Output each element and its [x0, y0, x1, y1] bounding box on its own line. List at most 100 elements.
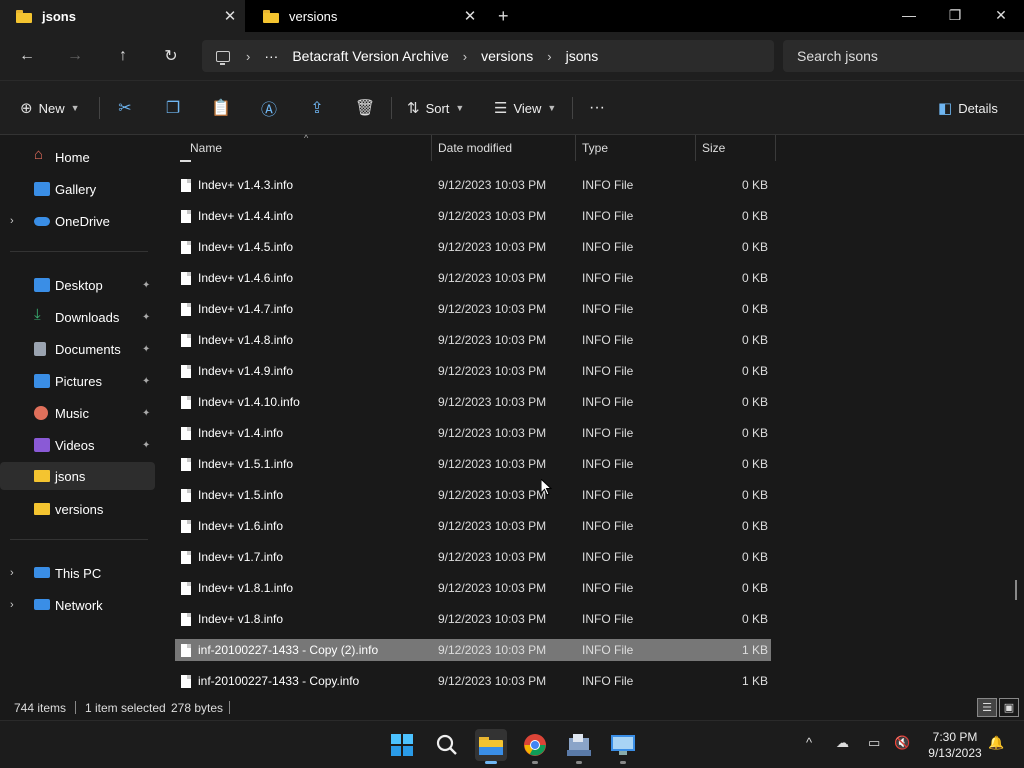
column-header-date[interactable]: Date modified: [438, 141, 512, 155]
table-row[interactable]: Indev+ v1.4.3.info 9/12/2023 10:03 PM INFO…: [175, 174, 771, 196]
expand-chevron-icon[interactable]: ›: [10, 215, 14, 227]
onedrive-tray-icon[interactable]: ☁: [836, 735, 849, 751]
sidebar-item-gallery[interactable]: Gallery: [0, 175, 155, 203]
sidebar-item-versions[interactable]: versions: [0, 495, 155, 523]
sort-label: Sort: [425, 100, 450, 116]
table-row[interactable]: Indev+ v1.4.7.info 9/12/2023 10:03 PM INFO…: [175, 298, 771, 320]
tab-versions[interactable]: versions ✕: [247, 0, 485, 32]
close-tab-icon[interactable]: ✕: [455, 7, 485, 25]
expand-chevron-icon[interactable]: ›: [10, 599, 14, 611]
sidebar-item-downloads[interactable]: ⤓ Downloads ✦: [0, 303, 155, 331]
pin-icon: ✦: [142, 407, 151, 419]
table-row[interactable]: Indev+ v1.5.1.info 9/12/2023 10:03 PM INFO…: [175, 453, 771, 475]
table-row[interactable]: Indev+ v1.4.4.info 9/12/2023 10:03 PM INFO…: [175, 205, 771, 227]
trash-icon[interactable]: 🗑: [353, 96, 377, 120]
app-icon-2[interactable]: [607, 729, 639, 764]
table-row[interactable]: Indev+ v1.4.6.info 9/12/2023 10:03 PM INFO…: [175, 267, 771, 289]
back-button[interactable]: ←: [15, 44, 39, 68]
file-size: 0 KB: [741, 581, 768, 595]
file-size: 0 KB: [741, 519, 768, 533]
share-icon[interactable]: ⇪: [305, 96, 329, 120]
new-tab-button[interactable]: +: [498, 6, 509, 27]
search-input[interactable]: Search jsons: [783, 40, 1024, 72]
close-window-button[interactable]: ✕: [978, 0, 1024, 30]
column-header-row: ^ Name Date modified Type Size: [158, 133, 778, 161]
copy-icon[interactable]: ❐: [161, 96, 185, 120]
clipboard-icon[interactable]: 📋: [209, 96, 233, 120]
up-button[interactable]: ↑: [111, 44, 135, 68]
clock[interactable]: 7:30 PM 9/13/2023: [920, 729, 990, 761]
chrome-icon[interactable]: [519, 729, 551, 764]
table-row[interactable]: Indev+ v1.4.10.info 9/12/2023 10:03 PM INF…: [175, 391, 771, 413]
sort-button[interactable]: ⇅ Sort ▼: [407, 96, 464, 120]
file-date: 9/12/2023 10:03 PM: [438, 488, 547, 502]
forward-button[interactable]: →: [63, 44, 87, 68]
notification-bell-icon[interactable]: 🔔: [988, 735, 1004, 751]
network-tray-icon[interactable]: ▭: [868, 735, 880, 751]
refresh-button[interactable]: ↻: [159, 44, 183, 68]
sidebar-item-jsons[interactable]: jsons: [0, 462, 155, 490]
file-size: 0 KB: [741, 395, 768, 409]
table-row[interactable]: Indev+ v1.4.8.info 9/12/2023 10:03 PM INFO…: [175, 329, 771, 351]
sidebar-item-network[interactable]: › Network: [0, 591, 155, 619]
breadcrumb-betacraft[interactable]: Betacraft Version Archive: [292, 48, 448, 64]
column-divider[interactable]: [431, 135, 432, 161]
details-button[interactable]: ◧ Details: [938, 96, 998, 120]
new-button[interactable]: ⊕ New ▼: [20, 96, 80, 120]
breadcrumb-overflow[interactable]: ···: [264, 48, 278, 64]
column-divider[interactable]: [575, 135, 576, 161]
sidebar-item-this-pc[interactable]: › This PC: [0, 559, 155, 587]
minimize-button[interactable]: —: [886, 0, 932, 30]
file-icon: [181, 488, 191, 502]
column-divider[interactable]: [695, 135, 696, 161]
sidebar-item-videos[interactable]: Videos ✦: [0, 431, 155, 459]
tab-jsons[interactable]: jsons ✕: [0, 0, 245, 32]
column-divider[interactable]: [775, 135, 776, 161]
file-icon: [181, 209, 191, 223]
table-row[interactable]: Indev+ v1.4.5.info 9/12/2023 10:03 PM INFO…: [175, 236, 771, 258]
column-header-size[interactable]: Size: [702, 141, 725, 155]
sidebar-item-onedrive[interactable]: › OneDrive: [0, 207, 155, 235]
tiles-view-toggle[interactable]: ▣: [999, 698, 1019, 717]
sidebar-item-pictures[interactable]: Pictures ✦: [0, 367, 155, 395]
volume-muted-icon[interactable]: 🔇: [894, 735, 910, 751]
sidebar-item-documents[interactable]: Documents ✦: [0, 335, 155, 363]
more-options-button[interactable]: ···: [589, 96, 605, 120]
address-bar[interactable]: › ··· Betacraft Version Archive › versio…: [202, 40, 774, 72]
app-icon[interactable]: [563, 729, 595, 764]
table-row[interactable]: Indev+ v1.8.1.info 9/12/2023 10:03 PM INFO…: [175, 577, 771, 599]
tray-overflow-chevron[interactable]: ^: [806, 735, 812, 750]
file-type: INFO File: [582, 302, 634, 316]
breadcrumb-separator[interactable]: ›: [463, 49, 467, 64]
table-row[interactable]: inf-20100227-1433 - Copy (2).info 9/12/20…: [175, 639, 771, 661]
table-row[interactable]: Indev+ v1.4.info 9/12/2023 10:03 PM INFO F…: [175, 422, 771, 444]
sidebar-item-music[interactable]: Music ✦: [0, 399, 155, 427]
table-row[interactable]: Indev+ v1.5.info 9/12/2023 10:03 PM INFO F…: [175, 484, 771, 506]
breadcrumb-separator[interactable]: ›: [547, 49, 551, 64]
details-view-toggle[interactable]: ☰: [977, 698, 997, 717]
search-icon[interactable]: [431, 729, 463, 761]
vertical-scrollbar[interactable]: [1015, 580, 1017, 600]
start-icon[interactable]: [386, 729, 418, 761]
sidebar-item-desktop[interactable]: Desktop ✦: [0, 271, 155, 299]
close-tab-icon[interactable]: ✕: [215, 7, 245, 25]
expand-chevron-icon[interactable]: ›: [10, 567, 14, 579]
sidebar-item-label: Documents: [55, 341, 121, 357]
breadcrumb-jsons[interactable]: jsons: [566, 48, 599, 64]
table-row[interactable]: Indev+ v1.7.info 9/12/2023 10:03 PM INFO F…: [175, 546, 771, 568]
file-type: INFO File: [582, 519, 634, 533]
file-explorer-icon[interactable]: [475, 729, 507, 764]
table-row[interactable]: Indev+ v1.6.info 9/12/2023 10:03 PM INFO F…: [175, 515, 771, 537]
table-row[interactable]: Indev+ v1.8.info 9/12/2023 10:03 PM INFO F…: [175, 608, 771, 630]
sidebar-item-home[interactable]: ⌂ Home: [0, 143, 155, 171]
rename-icon[interactable]: Ⓐ: [257, 96, 281, 120]
column-header-name[interactable]: Name: [190, 141, 222, 155]
table-row[interactable]: Indev+ v1.4.9.info 9/12/2023 10:03 PM INFO…: [175, 360, 771, 382]
table-row[interactable]: inf-20100227-1433 - Copy.info 9/12/2023 1…: [175, 670, 771, 692]
scissors-icon[interactable]: ✂: [113, 96, 137, 120]
breadcrumb-versions[interactable]: versions: [481, 48, 533, 64]
column-header-type[interactable]: Type: [582, 141, 608, 155]
restore-button[interactable]: ❐: [932, 0, 978, 30]
view-button[interactable]: ☰ View ▼: [494, 96, 556, 120]
document-icon: [34, 342, 46, 356]
